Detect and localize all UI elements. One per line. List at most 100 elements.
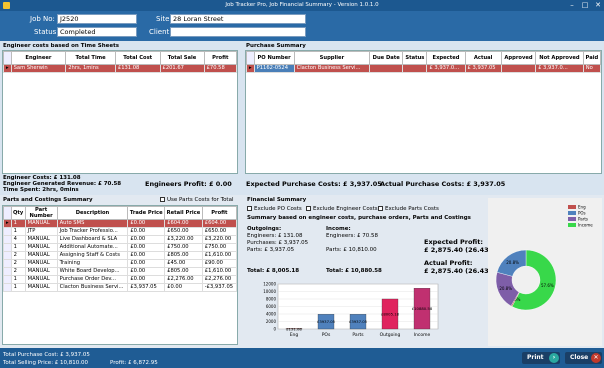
parts-cell: £0.00 (127, 259, 166, 268)
income-parts: Parts: £ 10,810.00 (326, 247, 377, 253)
x-tick-label: Eng (290, 332, 299, 338)
col-actual[interactable]: Actual (464, 51, 502, 65)
col-total-cost[interactable]: Total Cost (114, 51, 161, 65)
col-profit[interactable]: Profit (203, 51, 238, 65)
x-tick-label: Outgoing (380, 332, 401, 338)
parts-cell: Clacton Business Servi... (56, 283, 129, 292)
parts-cell: Live Dashboard & SLA (56, 235, 129, 244)
total-selling-price: Total Selling Price: £ 10,810.00 (3, 360, 89, 366)
col-due-date[interactable]: Due Date (369, 51, 404, 65)
table-row[interactable]: 2 MANUAL Assigning Staff & Costs £0.00 £805.… (3, 251, 238, 260)
parts-cell: Assigning Staff & Costs (56, 251, 129, 260)
engineer-time: Time Spent: 2hrs, 0mins (3, 187, 79, 193)
col-qty[interactable]: Qty (10, 206, 26, 220)
close-window-icon[interactable]: ✕ (592, 0, 604, 11)
parts-cell: 1 (10, 275, 26, 284)
close-button[interactable]: Close ✕ (565, 352, 602, 364)
engineer-title: Engineer costs based on Time Sheets (3, 43, 119, 49)
col-paid[interactable]: Paid (582, 51, 602, 65)
purchase-title: Purchase Summary (246, 43, 306, 49)
minimize-icon[interactable]: – (566, 0, 578, 11)
col-description[interactable]: Description (56, 206, 129, 220)
checkbox-icon[interactable] (306, 206, 311, 211)
maximize-icon[interactable]: □ (579, 0, 591, 11)
print-button[interactable]: Print › (522, 352, 560, 364)
table-row[interactable]: 1 MANUAL Purchase Order Dev... £0.00 £2,276.… (3, 275, 238, 284)
parts-cell: £3,937.05 (127, 283, 166, 292)
col-po-number[interactable]: PO Number (253, 51, 295, 65)
parts-title: Parts and Costings Summary (3, 197, 93, 203)
table-row[interactable]: ▸ 1 MANUAL Auto SMS £0.00 £604.00 £604.00 (3, 219, 238, 228)
col-status[interactable]: Status (402, 51, 428, 65)
footer-profit: Profit: £ 6,872.95 (110, 360, 158, 366)
outgoings-label: Outgoings: (247, 226, 282, 232)
table-row[interactable]: 1 MANUAL Additional Automate... £0.00 £750.0… (3, 243, 238, 252)
table-row[interactable]: 2 MANUAL Training £0.00 £45.00 £90.00 (3, 259, 238, 268)
parts-cell: £3,220.00 (201, 235, 238, 244)
outgoings-engineers: Engineers: £ 131.08 (247, 233, 303, 239)
parts-cell: 4 (10, 235, 26, 244)
legend-label: Parts (578, 217, 588, 222)
parts-cell: MANUAL (24, 275, 58, 284)
parts-cell: £0.00 (127, 275, 166, 284)
checkbox-icon[interactable] (247, 206, 252, 211)
col-total-time[interactable]: Total Time (65, 51, 116, 65)
exclude-parts-checkbox[interactable]: Exclude Parts Costs (378, 206, 439, 212)
parts-cell: MANUAL (24, 251, 58, 260)
exclude-po-checkbox[interactable]: Exclude PO Costs (247, 206, 302, 212)
status-field[interactable]: Completed (57, 27, 137, 37)
table-row[interactable]: ▸ P1162-0524 Clacton Business Servi... £ 3,… (246, 64, 602, 73)
exclude-engineer-checkbox[interactable]: Exclude Engineer Costs (306, 206, 378, 212)
col-trade-price[interactable]: Trade Price (127, 206, 166, 220)
parts-cell: £2,276.00 (164, 275, 203, 284)
data-label: £3937.05 (349, 319, 368, 324)
parts-cell: 2 (10, 267, 26, 276)
parts-cell: Job Tracker Professio... (56, 227, 129, 236)
parts-cell: Training (56, 259, 129, 268)
col-retail-price[interactable]: Retail Price (164, 206, 203, 220)
parts-cell: £0.00 (127, 243, 166, 252)
col-not-approved[interactable]: Not Approved (535, 51, 584, 65)
table-row[interactable]: ▸ Sam Sherwin 2hrs, 1mins £131.08 £201.67 £70… (3, 64, 238, 73)
data-label: £131.08 (286, 326, 302, 331)
parts-cell: £604.00 (164, 219, 203, 228)
close-icon: ✕ (591, 353, 601, 363)
legend-label: Eng (578, 205, 586, 210)
site-field[interactable]: 28 Loran Street (170, 14, 306, 24)
table-row[interactable]: 1 MANUAL Clacton Business Servi... £3,937.0… (3, 283, 238, 292)
col-supplier[interactable]: Supplier (293, 51, 371, 65)
total-purchase-cost: Total Purchase Cost: £ 3,937.05 (3, 352, 90, 358)
legend-swatch (568, 205, 576, 209)
col-approved[interactable]: Approved (500, 51, 537, 65)
y-tick-label: 4000 (266, 312, 277, 317)
table-row[interactable]: 2 MANUAL White Board Develop... £0.00 £805.0… (3, 267, 238, 276)
table-row[interactable]: 1 JTP Job Tracker Professio... £0.00 £650.00… (3, 227, 238, 236)
col-total-sale[interactable]: Total Sale (159, 51, 205, 65)
col-expected[interactable]: Expected (426, 51, 466, 65)
parts-cell: £750.00 (164, 243, 203, 252)
use-parts-costs-checkbox[interactable]: Use Parts Costs for Total (160, 197, 234, 203)
client-field[interactable] (170, 27, 306, 37)
parts-cell: £650.00 (164, 227, 203, 236)
job-no-field[interactable]: J2520 (57, 14, 137, 24)
summary-basis: Summary based on engineer costs, purchas… (247, 215, 471, 221)
col-engineer[interactable]: Engineer (10, 51, 67, 65)
table-row[interactable]: 4 MANUAL Live Dashboard & SLA £0.00 £3,220.0… (3, 235, 238, 244)
col-parts-profit[interactable]: Profit (201, 206, 238, 220)
checkbox-icon[interactable] (160, 197, 165, 202)
parts-cell: £45.00 (164, 259, 203, 268)
actual-profit-label: Actual Profit: (424, 259, 473, 267)
col-part-number[interactable]: Part Number (24, 206, 58, 220)
total-outgoings: Total: £ 8,005.18 (247, 268, 300, 274)
parts-cell: -£3,937.05 (201, 283, 238, 292)
parts-cell: £1,610.00 (201, 251, 238, 260)
outgoings-purchases: Purchases: £ 3,937.05 (247, 240, 309, 246)
legend-swatch (568, 223, 576, 227)
job-header: Job No: J2520 Site: 28 Loran Street Stat… (0, 11, 604, 41)
parts-cell: £0.00 (127, 235, 166, 244)
y-tick-label: 10000 (263, 289, 276, 294)
checkbox-icon[interactable] (378, 206, 383, 211)
y-tick-label: 0 (273, 327, 276, 332)
client-label: Client: (149, 28, 172, 36)
legend-label: POs (578, 211, 586, 216)
